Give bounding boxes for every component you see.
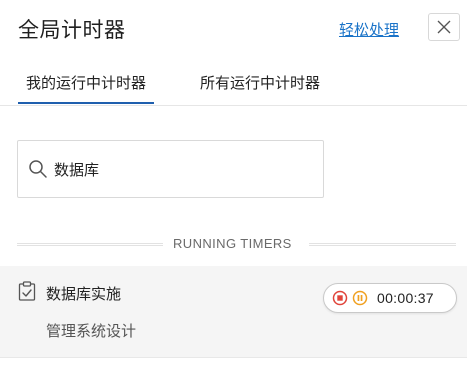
close-button[interactable] <box>428 13 460 41</box>
search-input[interactable] <box>54 155 304 183</box>
tab-all-running-timers[interactable]: 所有运行中计时器 <box>200 72 320 102</box>
stop-icon[interactable] <box>332 290 348 306</box>
section-label: RUNNING TIMERS <box>173 236 292 251</box>
timer-tabs: 我的运行中计时器 所有运行中计时器 <box>0 62 467 106</box>
tab-my-running-timers[interactable]: 我的运行中计时器 <box>18 72 155 104</box>
page-title: 全局计时器 <box>18 18 126 42</box>
divider-line-right <box>309 243 456 246</box>
search-box[interactable] <box>17 140 324 198</box>
timer-control: 00:00:37 <box>323 283 457 313</box>
timer-task-name[interactable]: 数据库实施 <box>46 283 121 304</box>
clipboard-icon <box>18 281 36 301</box>
easy-handle-link[interactable]: 轻松处理 <box>339 19 399 40</box>
panel-header: 全局计时器 轻松处理 <box>0 0 467 60</box>
divider-line-left <box>17 243 163 246</box>
pause-icon[interactable] <box>352 290 368 306</box>
timer-elapsed: 00:00:37 <box>377 290 434 306</box>
timer-row[interactable]: 数据库实施 管理系统设计 00:00:37 <box>0 266 467 358</box>
timer-project-name: 管理系统设计 <box>46 322 137 340</box>
search-icon <box>29 160 47 178</box>
close-icon <box>437 20 451 34</box>
running-timers-divider: RUNNING TIMERS <box>17 235 456 255</box>
